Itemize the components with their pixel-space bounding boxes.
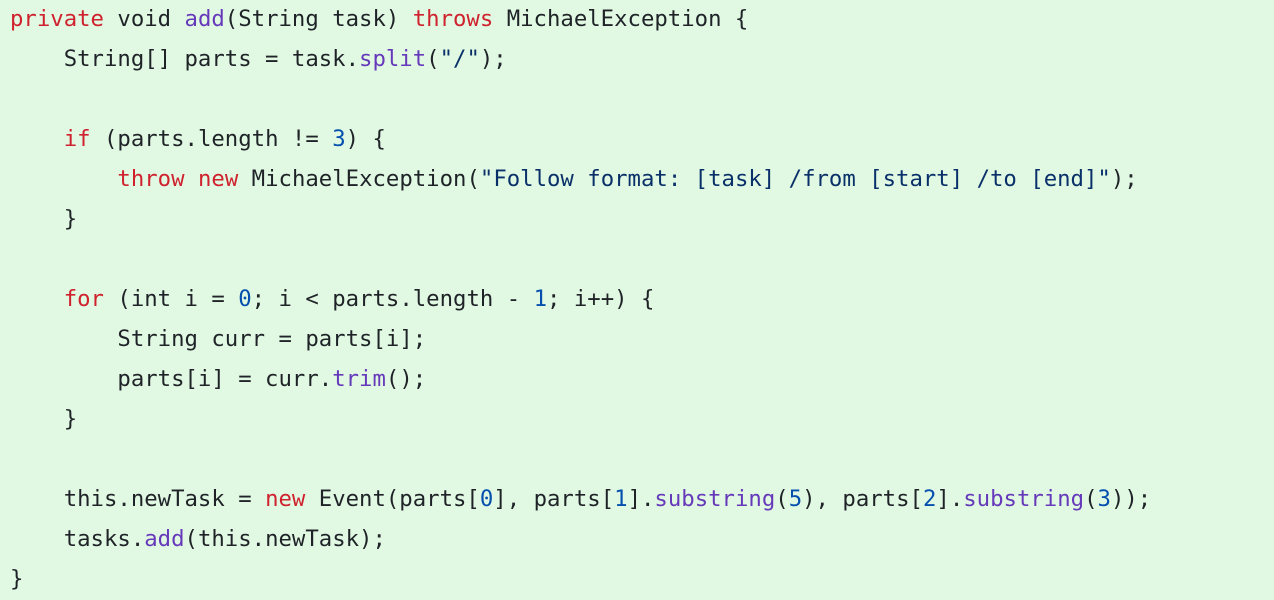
code-token: parts[i] = curr. [10, 366, 333, 392]
code-token: tasks. [10, 526, 145, 552]
code-token: ( [426, 46, 440, 72]
code-token-function: split [359, 46, 427, 72]
code-line: this.newTask = new Event(parts[0], parts… [10, 483, 1274, 523]
code-line: parts[i] = curr.trim(); [10, 363, 1274, 403]
code-token: ; i < parts.length - [251, 286, 534, 312]
code-token: } [10, 406, 78, 432]
code-token: ]. [936, 486, 964, 512]
code-token: ; i++) { [547, 286, 655, 312]
code-line: if (parts.length != 3) { [10, 123, 1274, 163]
code-token: ), parts[ [802, 486, 923, 512]
code-token-number: 1 [533, 286, 548, 312]
code-token: this.newTask = [10, 486, 266, 512]
code-line: String curr = parts[i]; [10, 323, 1274, 363]
code-line: } [10, 403, 1274, 443]
code-token: (this.newTask); [184, 526, 386, 552]
code-token-function: substring [963, 486, 1085, 512]
code-line: tasks.add(this.newTask); [10, 523, 1274, 563]
code-token-string: "/" [439, 46, 480, 72]
code-token-keyword: throws [412, 6, 494, 32]
code-line: for (int i = 0; i < parts.length - 1; i+… [10, 283, 1274, 323]
code-token-keyword: if [63, 126, 91, 152]
code-token: MichaelException( [238, 166, 480, 192]
code-token-number: 3 [332, 126, 346, 152]
code-token-number: 0 [238, 286, 252, 312]
code-line: } [10, 203, 1274, 243]
code-token: String[] parts = task. [10, 46, 360, 72]
code-token-number: 5 [788, 486, 803, 512]
code-token-function: substring [654, 486, 776, 512]
code-token: )); [1110, 486, 1152, 512]
code-token-number: 1 [614, 486, 628, 512]
code-view[interactable]: private void add(String task) throws Mic… [0, 0, 1274, 600]
code-line: String[] parts = task.split("/"); [10, 43, 1274, 83]
code-token: (String task) [224, 6, 413, 32]
code-token-string: "Follow format: [task] /from [start] /to… [479, 166, 1111, 192]
code-token-number: 0 [479, 486, 494, 512]
code-token: Event(parts[ [305, 486, 480, 512]
code-token: ) { [345, 126, 386, 152]
code-line: throw new MichaelException("Follow forma… [10, 163, 1274, 203]
code-token-keyword: new [265, 486, 306, 512]
code-token: ); [479, 46, 507, 72]
code-token: ); [1110, 166, 1138, 192]
code-token: ( [1084, 486, 1098, 512]
code-token-keyword: throw [117, 166, 185, 192]
code-token: (int i = [103, 286, 239, 312]
code-token-function: add [184, 6, 225, 32]
code-token-keyword: for [63, 286, 104, 312]
code-line: private void add(String task) throws Mic… [10, 3, 1274, 43]
code-token: MichaelException { [493, 6, 749, 32]
code-token: ]. [627, 486, 655, 512]
code-token: } [10, 566, 24, 592]
code-token: (); [385, 366, 427, 392]
code-token: String curr = parts[i]; [10, 326, 427, 352]
code-token-keyword: private [10, 6, 104, 32]
code-token: (parts.length != [90, 126, 333, 152]
code-token: void [103, 6, 185, 32]
code-token: ( [775, 486, 789, 512]
code-token: ], parts[ [493, 486, 615, 512]
code-token-number: 3 [1097, 486, 1111, 512]
code-token-function: add [144, 526, 185, 552]
code-token-function: trim [332, 366, 386, 392]
code-token-keyword: new [197, 166, 239, 192]
code-token-number: 2 [922, 486, 937, 512]
code-line: } [10, 563, 1274, 600]
code-token: } [10, 206, 78, 232]
